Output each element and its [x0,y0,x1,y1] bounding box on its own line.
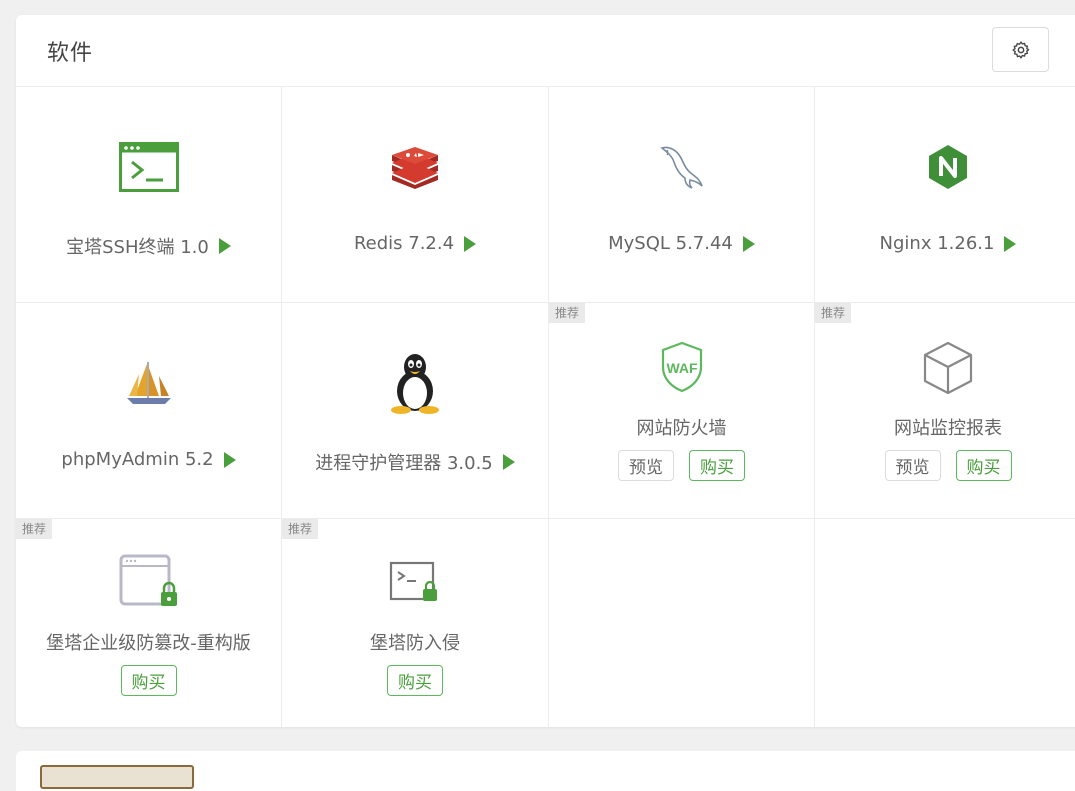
app-card-mysql[interactable]: MySQL 5.7.44 [549,87,815,303]
rec-card-waf[interactable]: 推荐 WAF 网站防火墙 预览 购买 [549,303,815,519]
app-name: phpMyAdmin 5.2 [61,449,214,470]
app-card-redis[interactable]: Redis 7.2.4 [282,87,549,303]
settings-button[interactable] [992,27,1049,72]
empty-cell [815,519,1075,727]
recommend-badge: 推荐 [549,303,586,323]
rec-card-tamper-proof[interactable]: 推荐 堡塔企业级防篡改-重构版 购买 [16,519,282,727]
play-icon[interactable] [742,235,755,252]
mysql-dolphin-icon [659,146,703,189]
panel-header: 软件 [16,15,1075,87]
app-name: 网站防火墙 [636,418,727,439]
next-panel [16,751,1075,791]
buy-button[interactable]: 购买 [120,665,177,696]
locked-terminal-icon [389,561,437,601]
rec-card-intrusion-defense[interactable]: 推荐 堡塔防入侵 购买 [282,519,549,727]
buy-button[interactable]: 购买 [387,665,443,696]
rec-card-monitor-report[interactable]: 推荐 网站监控报表 预览 购买 [815,303,1075,519]
recommend-badge: 推荐 [815,303,852,323]
cube-icon [923,341,973,395]
recommend-badge: 推荐 [282,519,319,539]
phpmyadmin-sailboat-icon [126,362,171,404]
app-name: 宝塔SSH终端 1.0 [66,237,209,258]
recommend-badge: 推荐 [16,519,53,539]
waf-shield-icon: WAF [661,341,702,393]
app-card-ssh[interactable]: 宝塔SSH终端 1.0 [16,87,282,303]
redis-icon [392,147,438,189]
waf-icon-text: WAF [666,360,698,376]
terminal-window-icon [118,142,179,192]
app-card-phpmyadmin[interactable]: phpMyAdmin 5.2 [16,303,282,519]
app-name: 堡塔企业级防篡改-重构版 [46,633,251,654]
software-grid: 宝塔SSH终端 1.0 Redis 7.2.4 MySQL 5.7.44 Ngi… [16,87,1075,727]
gear-icon [1011,40,1029,59]
buy-button[interactable]: 购买 [689,450,745,481]
app-name: MySQL 5.7.44 [608,233,733,254]
play-icon[interactable] [1004,235,1017,252]
play-icon[interactable] [218,238,231,254]
buy-button[interactable]: 购买 [955,450,1012,481]
app-name: Redis 7.2.4 [353,233,455,254]
locked-browser-icon [119,554,177,606]
app-card-process-guard[interactable]: 进程守护管理器 3.0.5 [282,303,549,519]
panel-title: 软件 [47,41,94,66]
play-icon[interactable] [464,235,477,252]
software-panel: 软件 宝塔SSH终端 1.0 Redis 7.2.4 MySQL 5.7.44 … [16,15,1075,727]
preview-button[interactable]: 预览 [618,450,674,481]
play-icon[interactable] [223,451,236,468]
app-name: 进程守护管理器 3.0.5 [315,453,493,474]
app-name: 网站监控报表 [894,418,1002,439]
empty-cell [549,519,815,727]
play-icon[interactable] [502,454,515,470]
linux-penguin-icon [391,354,439,414]
app-card-nginx[interactable]: Nginx 1.26.1 [815,87,1075,303]
app-name: Nginx 1.26.1 [879,233,995,254]
app-name: 堡塔防入侵 [370,633,460,654]
nginx-icon [929,145,967,189]
preview-button[interactable]: 预览 [884,450,941,481]
